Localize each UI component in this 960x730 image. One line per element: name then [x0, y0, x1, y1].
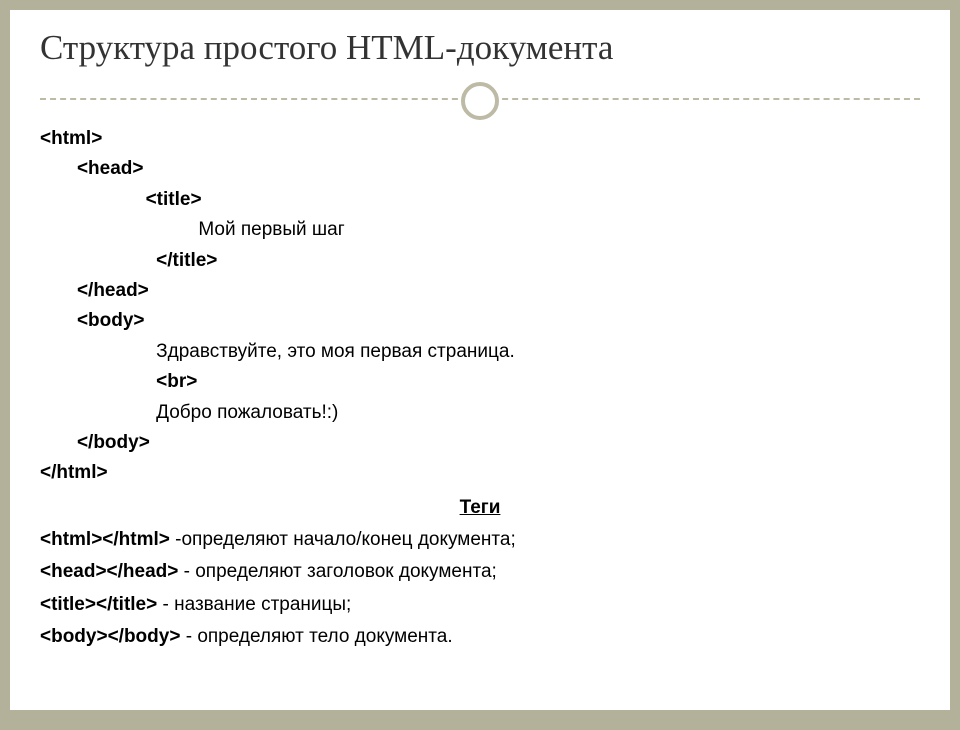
code-line: <br>: [40, 367, 920, 397]
code-line: Здравствуйте, это моя первая страница.: [40, 337, 920, 367]
code-line: <html>: [40, 124, 920, 154]
page-title: Структура простого HTML-документа: [40, 28, 920, 68]
code-line: <title>: [40, 185, 920, 215]
desc-title: <title></title> - название страницы;: [40, 590, 920, 620]
tags-heading: Теги: [40, 493, 920, 523]
tag-desc: - определяют заголовок документа;: [178, 561, 496, 582]
tag-desc: - название страницы;: [157, 594, 351, 615]
code-line: </html>: [40, 458, 920, 488]
tag-name: <body></body>: [40, 626, 180, 647]
code-line: </title>: [40, 246, 920, 276]
code-line: Мой первый шаг: [40, 215, 920, 245]
code-line: Добро пожаловать!:): [40, 398, 920, 428]
desc-head: <head></head> - определяют заголовок док…: [40, 557, 920, 587]
code-line: </head>: [40, 276, 920, 306]
tag-name: <html></html>: [40, 529, 170, 550]
tag-desc: - определяют тело документа.: [180, 626, 452, 647]
tag-name: <head></head>: [40, 561, 178, 582]
content: <html> <head> <title> Мой первый шаг </t…: [40, 124, 920, 653]
tag-name: <title></title>: [40, 594, 157, 615]
slide: Структура простого HTML-документа <html>…: [10, 10, 950, 710]
code-line: </body>: [40, 428, 920, 458]
divider-circle-icon: [461, 82, 499, 120]
divider: [40, 82, 920, 116]
desc-html: <html></html> -определяют начало/конец д…: [40, 525, 920, 555]
code-line: <head>: [40, 154, 920, 184]
code-line: <body>: [40, 306, 920, 336]
desc-body: <body></body> - определяют тело документ…: [40, 622, 920, 652]
tag-desc: -определяют начало/конец документа;: [170, 529, 516, 550]
